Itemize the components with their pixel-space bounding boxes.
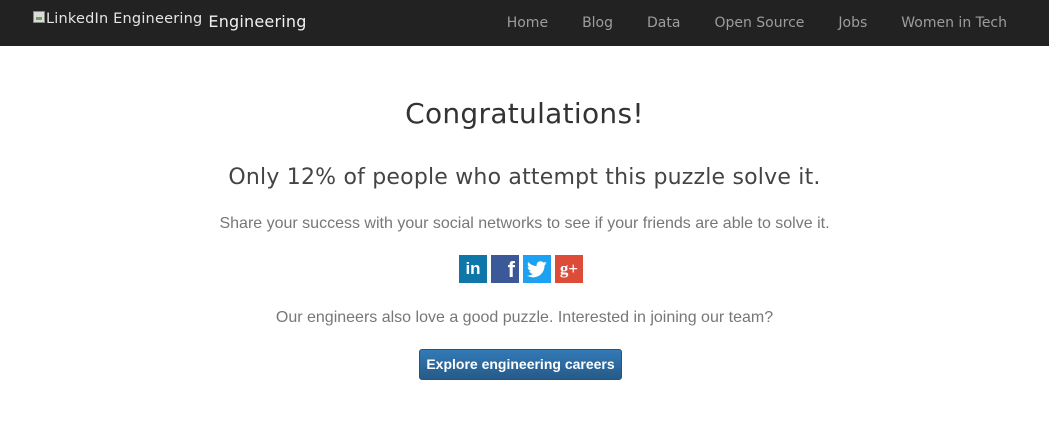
careers-prompt: Our engineers also love a good puzzle. I… bbox=[275, 309, 774, 326]
top-navbar: LinkedIn Engineering Engineering Home Bl… bbox=[0, 0, 1049, 46]
puzzle-stat: Only 12% of people who attempt this puzz… bbox=[228, 165, 821, 190]
explore-careers-button[interactable]: Explore engineering careers bbox=[419, 349, 622, 380]
logo-alt-text: LinkedIn Engineering bbox=[46, 11, 203, 27]
brand-text[interactable]: Engineering bbox=[208, 13, 306, 31]
google-plus-icon[interactable]: g+ bbox=[555, 255, 583, 283]
page-title: Congratulations! bbox=[405, 97, 644, 130]
broken-image-icon bbox=[33, 11, 45, 23]
nav-open-source[interactable]: Open Source bbox=[697, 0, 821, 46]
share-prompt: Share your success with your social netw… bbox=[219, 215, 830, 232]
twitter-icon[interactable] bbox=[523, 255, 551, 283]
facebook-icon[interactable]: f bbox=[491, 255, 519, 283]
nav-women-in-tech[interactable]: Women in Tech bbox=[884, 0, 1049, 46]
linkedin-engineering-logo[interactable]: LinkedIn Engineering bbox=[33, 10, 202, 28]
linkedin-icon[interactable]: in bbox=[459, 255, 487, 283]
nav-blog[interactable]: Blog bbox=[565, 0, 630, 46]
nav-data[interactable]: Data bbox=[630, 0, 697, 46]
nav-home[interactable]: Home bbox=[490, 0, 565, 46]
brand[interactable]: LinkedIn Engineering Engineering bbox=[33, 10, 307, 32]
nav-jobs[interactable]: Jobs bbox=[821, 0, 884, 46]
social-share-buttons: in f g+ bbox=[459, 255, 583, 283]
twitter-bird-glyph bbox=[527, 260, 547, 277]
main-nav: Home Blog Data Open Source Jobs Women in… bbox=[490, 0, 1049, 46]
